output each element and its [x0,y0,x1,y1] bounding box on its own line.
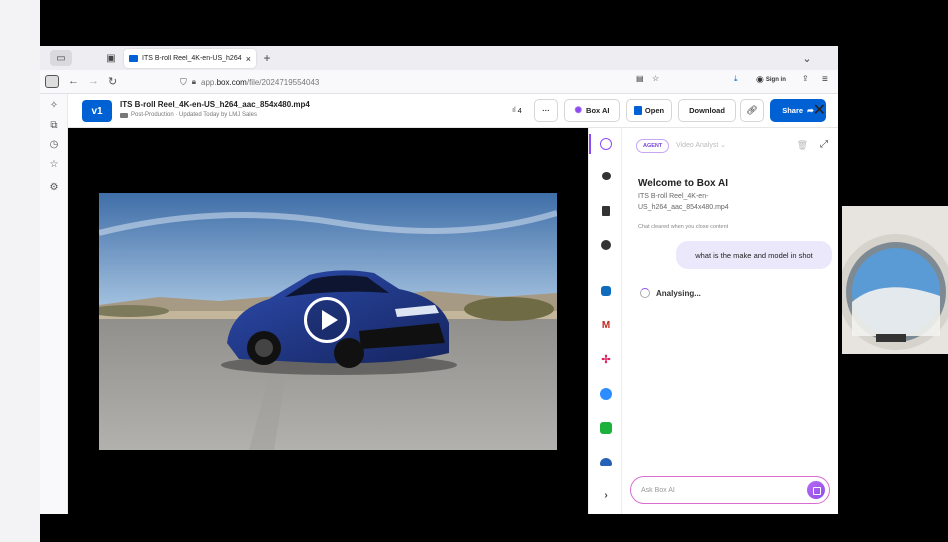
chat-note: Chat cleared when you close content [638,224,729,230]
open-app-icon [633,106,642,115]
box-ai-button[interactable]: ✺ Box AI [564,99,620,122]
browser-tab[interactable]: ITS B-roll Reel_4K-en-US_h264 × [124,49,256,68]
video-preview[interactable] [68,128,588,514]
reload-icon[interactable]: ↻ [108,75,117,88]
menu-icon[interactable]: ≡ [822,74,828,85]
tab-title: ITS B-roll Reel_4K-en-US_h264 [142,55,242,62]
chevron-right-icon[interactable]: › [600,490,612,502]
webcam-feed-image [842,206,948,354]
analysing-status: Analysing... [640,288,701,298]
tracking-shield-icon: ⛉ [180,76,187,87]
back-icon[interactable]: ← [68,75,79,87]
agent-selector[interactable]: Video Analyst ⌄ [676,141,726,149]
ask-box-ai-input[interactable] [641,483,791,497]
account-icon: ◉ [756,74,764,84]
agent-badge[interactable]: AGENT [636,139,670,153]
chevron-down-icon: ⌄ [720,142,727,149]
screen: ▭ ▣ ITS B-roll Reel_4K-en-US_h264 × + ⌄ … [0,0,948,542]
settings-icon[interactable]: ⚙ [48,182,60,194]
outlook-icon[interactable] [601,286,611,296]
file-header: v1 ITS B-roll Reel_4K-en-US_h264_aac_854… [68,94,838,128]
tab-collection-icon[interactable]: ▣ [104,50,118,66]
agent-name: Video Analyst [676,142,719,149]
tab-overview-icon[interactable]: ▭ [50,50,72,66]
forward-icon[interactable]: → [88,75,99,87]
browser-window: ▭ ▣ ITS B-roll Reel_4K-en-US_h264 × + ⌄ … [40,46,838,514]
box-ai-panel: AGENT Video Analyst ⌄ 🗑︎ ⤢ Welcome to Bo… [622,128,838,514]
new-tab-button[interactable]: + [260,50,274,66]
box-ai-icon: ✺ [574,105,583,115]
bar-chart-icon: ıl [512,107,516,114]
comments-icon[interactable] [602,172,611,180]
tab-bar: ▭ ▣ ITS B-roll Reel_4K-en-US_h264 × + ⌄ [40,46,838,70]
more-options-button[interactable]: ··· [534,99,558,122]
tab-close-icon[interactable]: × [246,54,251,64]
download-button[interactable]: Download [678,99,736,122]
webcam-overlay [842,206,948,354]
views-counter[interactable]: ıl 4 [502,99,532,122]
welcome-title: Welcome to Box AI [638,178,729,189]
gmail-icon[interactable]: M [600,320,612,332]
box-ai-label: Box AI [586,106,610,115]
close-preview-button[interactable]: ✕ [813,100,826,120]
file-meta-text: Post-Production · Updated Today by LMJ S… [131,112,257,118]
sign-in-button[interactable]: ◉ Sign in [756,74,786,85]
zoom-icon[interactable] [600,388,612,400]
integrations-sidebar: M ✢ › [588,128,622,514]
synced-tabs-icon[interactable]: ⧉ [48,120,60,132]
tab-list-chevron-icon[interactable]: ⌄ [800,50,814,66]
share-label: Share [782,106,804,115]
browser-sidebar: ✧ ⧉ ◷ ☆ ⚙ [40,94,68,514]
url-host: box.com [216,77,247,87]
reader-view-icon[interactable]: ▤ [636,74,644,83]
sidebar-toggle-icon[interactable] [45,75,59,88]
document-icon[interactable] [602,206,610,216]
bookmarks-icon[interactable]: ☆ [48,159,60,171]
history-icon[interactable]: ◷ [48,139,60,151]
box-favicon-icon [129,55,138,62]
copy-link-icon[interactable]: 🔗︎ [740,99,764,122]
active-indicator [589,134,591,154]
folder-icon [120,112,128,118]
user-message: what is the make and model in shot [676,241,832,269]
status-text: Analysing... [656,288,701,298]
smartsheet-icon[interactable] [600,422,612,434]
play-button[interactable] [304,297,350,343]
slack-icon[interactable]: ✢ [600,354,612,366]
open-label: Open [644,106,665,115]
address-bar[interactable]: ⛉ 🔒︎ app. box.com/file/2024719554043 [180,74,680,90]
welcome-file-name: ITS B-roll Reel_4K-en-US_h264_aac_854x48… [638,193,729,211]
onedrive-icon[interactable] [600,458,612,466]
bookmark-star-icon[interactable]: ☆ [652,74,659,83]
url-path: /file/2024719554043 [246,77,320,87]
ai-sparkle-icon[interactable]: ✧ [48,100,60,112]
open-button[interactable]: Open [626,99,672,122]
ask-box-ai-field[interactable] [630,476,830,504]
send-button[interactable] [807,481,825,499]
desktop-edge [0,0,40,542]
download-icon[interactable]: ⤓ [734,74,738,84]
lock-icon: 🔒︎ [191,77,197,86]
activity-icon[interactable] [601,240,611,250]
trash-icon[interactable]: 🗑︎ [797,140,808,151]
file-meta: Post-Production · Updated Today by LMJ S… [120,112,257,118]
url-prefix: app. [201,77,217,87]
share-page-icon[interactable]: ⇪ [802,74,809,83]
navigation-bar: ← → ↻ ⛉ 🔒︎ app. box.com/file/202471955404… [40,70,838,94]
box-ai-icon[interactable] [600,138,612,150]
file-name: ITS B-roll Reel_4K-en-US_h264_aac_854x48… [120,100,310,109]
loading-spinner-icon [640,288,650,298]
sign-in-label: Sign in [765,76,786,83]
version-badge[interactable]: v1 [82,100,112,122]
views-count: 4 [517,106,522,115]
expand-icon[interactable]: ⤢ [820,139,828,150]
video-thumbnail[interactable] [99,193,557,450]
